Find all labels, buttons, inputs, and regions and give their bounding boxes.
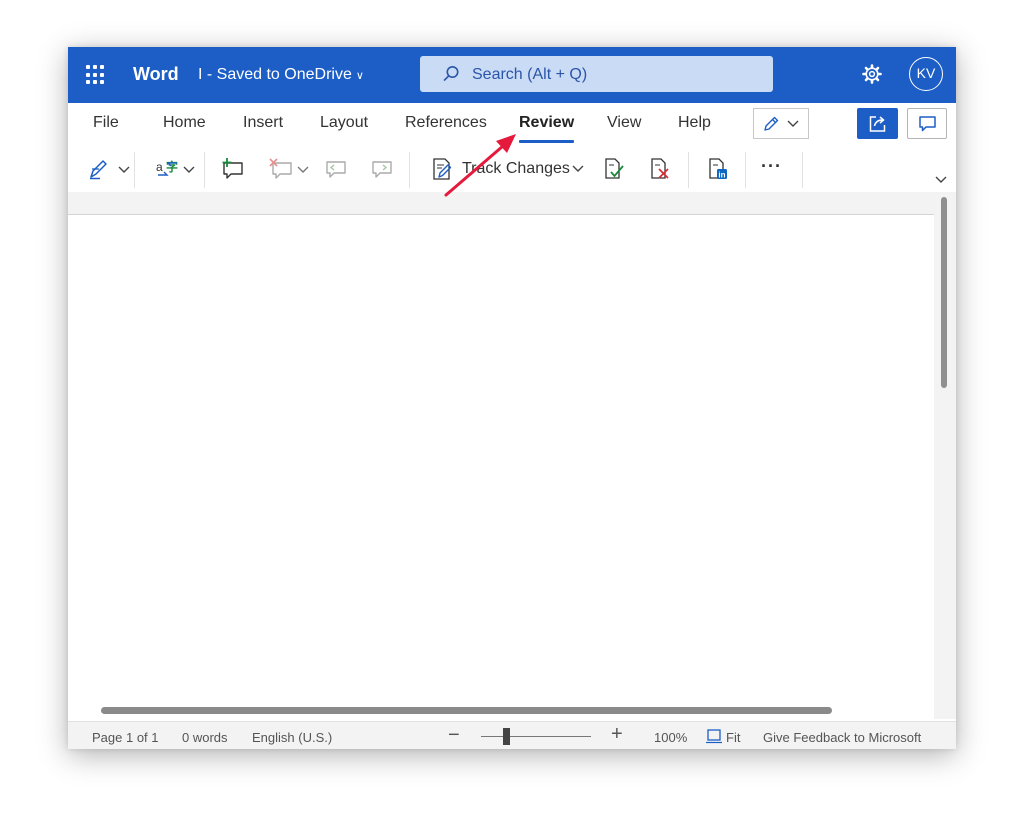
share-icon — [869, 116, 886, 132]
delete-comment-button[interactable] — [268, 157, 309, 181]
linkedin-resume-icon: in — [709, 158, 727, 180]
next-comment-icon — [372, 161, 392, 178]
search-icon — [443, 66, 459, 82]
tab-home[interactable]: Home — [163, 114, 206, 132]
editor-button[interactable] — [88, 157, 130, 181]
reject-change-icon — [651, 158, 669, 179]
accept-change-icon — [605, 158, 624, 179]
svg-text:a: a — [156, 160, 163, 174]
horizontal-scrollbar[interactable] — [101, 707, 832, 714]
new-comment-button[interactable] — [221, 157, 245, 181]
toolbar-divider — [134, 152, 135, 188]
word-window: Word I - Saved to OneDrive ∨ Search (Alt … — [68, 47, 956, 749]
translate-button[interactable]: a 字 — [155, 157, 195, 181]
track-changes-icon — [433, 158, 452, 180]
fit-label[interactable]: Fit — [726, 730, 740, 745]
chevron-down-icon — [787, 120, 799, 127]
resume-assistant-button[interactable]: in — [706, 157, 730, 181]
comments-button[interactable] — [907, 108, 947, 139]
chevron-down-icon — [183, 166, 195, 173]
word-count[interactable]: 0 words — [182, 730, 228, 745]
toolbar-divider — [745, 152, 746, 188]
tab-layout[interactable]: Layout — [320, 114, 368, 132]
app-name[interactable]: Word — [133, 64, 179, 85]
tab-file[interactable]: File — [93, 114, 119, 132]
ribbon-tabs: File Home Insert Layout References Revie… — [68, 103, 956, 147]
title-bar: Word I - Saved to OneDrive ∨ Search (Alt … — [68, 47, 956, 103]
chevron-down-icon — [572, 165, 584, 172]
previous-comment-icon — [326, 161, 346, 178]
next-comment-button[interactable] — [370, 157, 394, 181]
tab-view[interactable]: View — [607, 114, 641, 132]
avatar[interactable]: KV — [909, 57, 943, 91]
delete-comment-icon — [269, 158, 292, 179]
track-changes-button[interactable]: Track Changes — [430, 157, 584, 181]
editor-pen-icon — [90, 160, 107, 180]
page-count: Page 1 of 1 — [92, 730, 159, 745]
tab-insert[interactable]: Insert — [243, 114, 283, 132]
chevron-down-icon — [297, 166, 309, 173]
feedback-link[interactable]: Give Feedback to Microsoft — [763, 730, 921, 745]
reject-change-button[interactable] — [648, 157, 672, 181]
search-placeholder: Search (Alt + Q) — [472, 66, 588, 83]
chevron-down-icon — [118, 166, 130, 173]
zoom-level[interactable]: 100% — [654, 730, 687, 745]
language[interactable]: English (U.S.) — [252, 730, 332, 745]
chevron-down-icon[interactable] — [934, 175, 948, 185]
share-button[interactable] — [857, 108, 898, 139]
review-toolbar: a 字 Track Changes in ··· — [68, 147, 956, 192]
pencil-icon — [764, 116, 779, 131]
document-page[interactable] — [68, 214, 934, 720]
document-status[interactable]: I - Saved to OneDrive ∨ — [198, 66, 364, 84]
previous-comment-button[interactable] — [324, 157, 348, 181]
accept-change-button[interactable] — [602, 157, 626, 181]
zoom-slider-track[interactable] — [481, 736, 591, 737]
chevron-down-icon: ∨ — [355, 70, 364, 82]
toolbar-divider — [688, 152, 689, 188]
toolbar-divider — [204, 152, 205, 188]
editing-mode-button[interactable] — [753, 108, 809, 139]
comment-icon — [919, 116, 936, 132]
toolbar-divider — [409, 152, 410, 188]
gear-icon[interactable] — [861, 63, 883, 85]
document-canvas — [68, 192, 956, 720]
tab-references[interactable]: References — [405, 114, 487, 132]
zoom-out-button[interactable]: − — [448, 724, 460, 747]
fit-icon[interactable] — [706, 728, 722, 744]
search-box[interactable]: Search (Alt + Q) — [420, 56, 773, 92]
svg-text:in: in — [718, 171, 725, 180]
status-bar: Page 1 of 1 0 words English (U.S.) − + 1… — [68, 721, 956, 749]
more-options-button[interactable]: ··· — [761, 156, 782, 180]
svg-text:字: 字 — [166, 159, 178, 174]
zoom-slider-thumb[interactable] — [503, 728, 510, 745]
app-launcher-icon[interactable] — [86, 65, 106, 85]
zoom-in-button[interactable]: + — [611, 723, 623, 746]
tab-help[interactable]: Help — [678, 114, 711, 132]
new-comment-icon — [222, 158, 243, 179]
toolbar-divider — [802, 152, 803, 188]
translate-icon: a 字 — [156, 159, 178, 176]
track-changes-label: Track Changes — [462, 160, 570, 177]
vertical-scrollbar[interactable] — [941, 197, 947, 388]
tab-review[interactable]: Review — [519, 114, 575, 143]
document-status-label: I - Saved to OneDrive — [198, 66, 352, 83]
